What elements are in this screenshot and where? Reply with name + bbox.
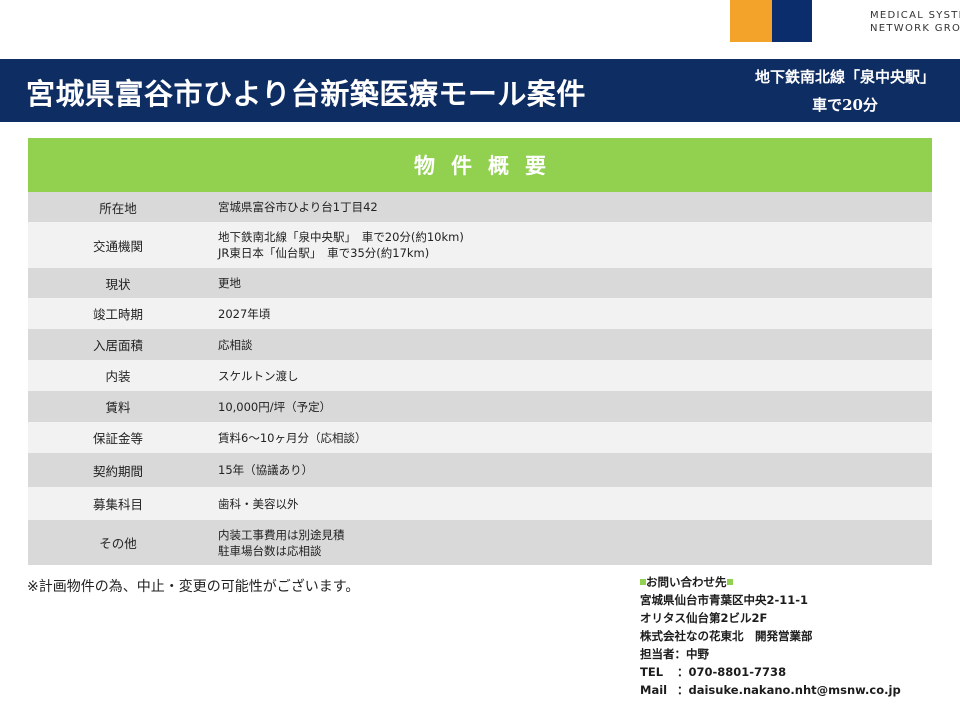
logo-text: MEDICAL SYSTEM NETWORK GROUP [870, 9, 960, 35]
row-value: 賃料6～10ヶ月分（応相談） [208, 430, 366, 446]
row-value: 応相談 [208, 337, 253, 353]
row-value: 地下鉄南北線「泉中央駅」 車で20分(約10km) JR東日本「仙台駅」 車で3… [208, 229, 464, 261]
row-label: 現状 [105, 276, 131, 292]
table-row: 募集科目 歯科・美容以外 [28, 487, 932, 520]
row-value: 宮城県富谷市ひより台1丁目42 [208, 199, 378, 215]
logo-line-2: NETWORK GROUP [870, 23, 960, 34]
tel-value[interactable]: ：070-8801-7738 [677, 663, 786, 681]
value-line: 地下鉄南北線「泉中央駅」 車で20分(約10km) [218, 230, 464, 244]
green-square-icon [726, 579, 733, 585]
table-row: 契約期間 15年（協議あり） [28, 453, 932, 487]
row-label: その他 [99, 536, 137, 551]
contact-heading: お問い合わせ先 [640, 573, 901, 591]
row-value: スケルトン渡し [208, 368, 299, 384]
contact-address-2: オリタス仙台第2ビル2F [640, 611, 768, 625]
value-line: 歯科・美容以外 [218, 496, 299, 511]
value-line: JR東日本「仙台駅」 車で35分(約17km) [218, 246, 430, 260]
contact-person: 担当者：中野 [640, 647, 709, 661]
value-line: 10,000円/坪（予定） [218, 399, 332, 414]
title-banner: 宮城県富谷市ひより台新築医療モール案件 地下鉄南北線「泉中央駅」 車で20分 [0, 59, 960, 122]
access-line-2: 車で20分 [812, 96, 878, 114]
value-line: 応相談 [218, 337, 253, 352]
row-value: 内装工事費用は別途見積 駐車場台数は応相談 [208, 527, 345, 559]
table-row: 保証金等 賃料6～10ヶ月分（応相談） [28, 422, 932, 453]
mail-label: Mail [640, 683, 668, 697]
row-value: 10,000円/坪（予定） [208, 399, 331, 415]
table-row: 入居面積 応相談 [28, 329, 932, 360]
row-label: 保証金等 [92, 431, 143, 446]
value-line: 15年（協議あり） [218, 463, 314, 477]
contact-mail: Mail ：daisuke.nakano.nht@msnw.co.jp [640, 681, 901, 699]
table-row: 所在地 宮城県富谷市ひより台1丁目42 [28, 192, 932, 222]
logo-line-1: MEDICAL SYSTEM [870, 10, 960, 21]
access-summary: 地下鉄南北線「泉中央駅」 車で20分 [740, 63, 950, 119]
logo-navy-block [772, 0, 812, 42]
contact-heading-text: お問い合わせ先 [646, 575, 727, 589]
logo-orange-block [730, 0, 772, 42]
row-label: 契約期間 [92, 463, 143, 479]
value-line: 駐車場台数は応相談 [218, 543, 322, 558]
value-line: 内装工事費用は別途見積 [218, 527, 345, 542]
value-line: 更地 [218, 276, 241, 290]
table-row: 内装 スケルトン渡し [28, 360, 932, 391]
row-label: 竣工時期 [92, 307, 143, 322]
row-value: 15年（協議あり） [208, 462, 313, 478]
contact-company: 株式会社なの花東北 開発営業部 [640, 629, 813, 643]
row-label: 交通機関 [92, 238, 143, 254]
contact-address-1: 宮城県仙台市青葉区中央2-11-1 [640, 593, 809, 607]
row-label: 所在地 [99, 200, 137, 216]
access-line-1: 地下鉄南北線「泉中央駅」 [754, 68, 935, 86]
table-row: 竣工時期 2027年頃 [28, 298, 932, 329]
value-line: 賃料6～10ヶ月分（応相談） [218, 430, 367, 445]
row-label: 賃料 [105, 400, 131, 415]
value-line: 宮城県富谷市ひより台1丁目42 [218, 200, 378, 214]
property-overview-table: 物件概要 所在地 宮城県富谷市ひより台1丁目42 交通機関 地下鉄南北線「泉中央… [28, 138, 932, 565]
company-logo: MEDICAL SYSTEM NETWORK GROUP [730, 0, 960, 42]
table-row: 交通機関 地下鉄南北線「泉中央駅」 車で20分(約10km) JR東日本「仙台駅… [28, 222, 932, 268]
mail-value[interactable]: ：daisuke.nakano.nht@msnw.co.jp [677, 681, 901, 699]
contact-block: お問い合わせ先 宮城県仙台市青葉区中央2-11-1 オリタス仙台第2ビル2F 株… [640, 573, 901, 699]
row-value: 2027年頃 [208, 306, 270, 322]
page-title: 宮城県富谷市ひより台新築医療モール案件 [26, 77, 586, 111]
table-row: その他 内装工事費用は別途見積 駐車場台数は応相談 [28, 520, 932, 565]
row-label: 内装 [105, 369, 131, 384]
row-value: 歯科・美容以外 [208, 496, 299, 512]
table-row: 賃料 10,000円/坪（予定） [28, 391, 932, 422]
disclaimer-note: ※計画物件の為、中止・変更の可能性がございます。 [27, 579, 360, 595]
value-line: 2027年頃 [218, 306, 271, 321]
value-line: スケルトン渡し [218, 368, 299, 383]
tel-label: TEL [640, 665, 664, 679]
contact-tel: TEL ：070-8801-7738 [640, 663, 901, 681]
table-row: 現状 更地 [28, 268, 932, 298]
row-label: 入居面積 [92, 338, 143, 353]
row-value: 更地 [208, 275, 241, 291]
table-heading: 物件概要 [28, 138, 932, 192]
row-label: 募集科目 [92, 497, 143, 512]
